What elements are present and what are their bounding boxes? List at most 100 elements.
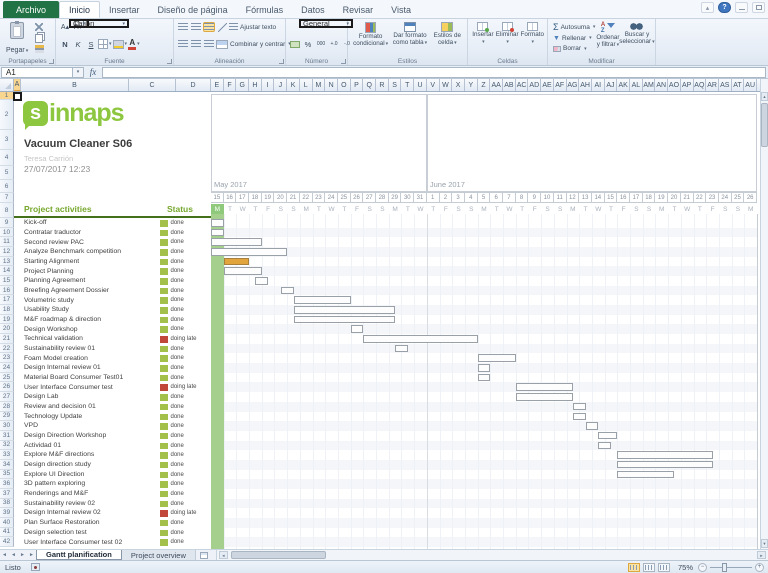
paste-button[interactable]: Pegar▾ xyxy=(3,21,31,55)
underline-button[interactable]: S xyxy=(85,39,97,49)
tab-vista[interactable]: Vista xyxy=(382,1,420,18)
format-as-table-button[interactable]: Dar formato como tabla▾ xyxy=(390,21,429,55)
find-select-button[interactable]: Buscar y seleccionar▾ xyxy=(620,21,653,55)
column-header-T[interactable]: T xyxy=(401,79,414,91)
zoom-level[interactable]: 75% xyxy=(678,563,693,572)
row-header-13[interactable]: 13 xyxy=(0,257,14,267)
file-tab[interactable]: Archivo xyxy=(3,1,59,18)
row-header-18[interactable]: 18 xyxy=(0,305,14,315)
font-size-select[interactable]: 11▾ xyxy=(69,19,89,28)
next-sheet-icon[interactable]: ► xyxy=(18,550,27,560)
column-header-AH[interactable]: AH xyxy=(579,79,592,91)
name-box-dropdown-icon[interactable]: ▾ xyxy=(73,67,84,78)
column-header-R[interactable]: R xyxy=(376,79,389,91)
align-left-button[interactable] xyxy=(177,39,189,49)
column-header-G[interactable]: G xyxy=(236,79,249,91)
borders-button[interactable]: ▾ xyxy=(98,39,112,49)
column-header-AL[interactable]: AL xyxy=(630,79,643,91)
increase-decimal-button[interactable]: +.0 xyxy=(328,39,340,49)
column-header-AU[interactable]: AU xyxy=(744,79,757,91)
task-name-cell[interactable]: Design Workshop xyxy=(24,326,78,335)
row-header-19[interactable]: 19 xyxy=(0,315,14,325)
column-header-AJ[interactable]: AJ xyxy=(605,79,618,91)
fill-button[interactable]: ▼Rellenar▾ xyxy=(553,33,592,44)
column-header-D[interactable]: D xyxy=(176,79,211,91)
column-header-N[interactable]: N xyxy=(325,79,338,91)
task-name-cell[interactable]: Design Direction Workshop xyxy=(24,432,106,441)
row-header-39[interactable]: 39 xyxy=(0,508,14,518)
row-header-37[interactable]: 37 xyxy=(0,489,14,499)
column-header-I[interactable]: I xyxy=(262,79,275,91)
column-header-L[interactable]: L xyxy=(300,79,313,91)
align-middle-button[interactable] xyxy=(190,22,202,32)
normal-view-button[interactable] xyxy=(628,563,640,572)
row-header-16[interactable]: 16 xyxy=(0,286,14,296)
zoom-slider-thumb[interactable] xyxy=(722,563,727,572)
name-box[interactable]: A1 xyxy=(1,67,73,78)
column-header-K[interactable]: K xyxy=(287,79,300,91)
task-name-cell[interactable]: User Interface Consumer test xyxy=(24,384,113,393)
row-header-40[interactable]: 40 xyxy=(0,518,14,528)
fx-icon[interactable]: fx xyxy=(84,67,102,77)
help-icon[interactable]: ? xyxy=(718,2,731,13)
percent-style-button[interactable]: % xyxy=(302,39,314,49)
dialog-launcher-icon[interactable] xyxy=(279,59,284,64)
task-name-cell[interactable]: Analyze Benchmark competition xyxy=(24,248,121,257)
font-color-button[interactable]: A▾ xyxy=(128,39,140,49)
italic-button[interactable]: K xyxy=(72,39,84,49)
task-name-cell[interactable]: Technology Update xyxy=(24,413,82,422)
task-name-cell[interactable]: Breefing Agreement Dossier xyxy=(24,287,109,296)
row-header-11[interactable]: 11 xyxy=(0,237,14,247)
row-header-34[interactable]: 34 xyxy=(0,460,14,470)
vertical-scroll-thumb[interactable] xyxy=(761,103,768,147)
dialog-launcher-icon[interactable] xyxy=(341,59,346,64)
column-header-AM[interactable]: AM xyxy=(643,79,656,91)
align-top-button[interactable] xyxy=(177,22,189,32)
cut-button[interactable] xyxy=(33,22,45,32)
row-header-31[interactable]: 31 xyxy=(0,431,14,441)
row-header-7[interactable]: 7 xyxy=(0,193,14,203)
column-header-AC[interactable]: AC xyxy=(516,79,529,91)
page-layout-view-button[interactable] xyxy=(643,563,655,572)
horizontal-scrollbar[interactable]: ◄ ► xyxy=(216,550,768,560)
column-header-P[interactable]: P xyxy=(351,79,364,91)
task-name-cell[interactable]: Design Lab xyxy=(24,393,58,402)
row-header-35[interactable]: 35 xyxy=(0,470,14,480)
row-header-5[interactable]: 5 xyxy=(0,166,14,180)
task-name-cell[interactable]: Volumetric study xyxy=(24,297,74,306)
orientation-button[interactable] xyxy=(216,22,228,32)
bold-button[interactable]: N xyxy=(59,39,71,49)
task-name-cell[interactable]: Material Board Consumer Test01 xyxy=(24,374,123,383)
task-name-cell[interactable]: Design Internal review 01 xyxy=(24,364,101,373)
column-header-AA[interactable]: AA xyxy=(490,79,503,91)
row-header-33[interactable]: 33 xyxy=(0,450,14,460)
column-header-AO[interactable]: AO xyxy=(668,79,681,91)
column-header-Y[interactable]: Y xyxy=(465,79,478,91)
task-name-cell[interactable]: Explore M&F directions xyxy=(24,451,94,460)
zoom-in-icon[interactable]: + xyxy=(755,563,764,572)
row-header-42[interactable]: 42 xyxy=(0,537,14,547)
tab-insertar[interactable]: Insertar xyxy=(100,1,149,18)
row-header-1[interactable]: 1 xyxy=(0,92,14,100)
column-header-J[interactable]: J xyxy=(274,79,287,91)
comma-style-button[interactable]: 000 xyxy=(315,39,327,49)
scroll-up-icon[interactable]: ▲ xyxy=(761,92,768,101)
insert-cells-button[interactable]: Insertar▾ xyxy=(471,21,495,55)
column-header-F[interactable]: F xyxy=(224,79,237,91)
task-name-cell[interactable]: Contratar traductor xyxy=(24,229,81,238)
column-header-Q[interactable]: Q xyxy=(363,79,376,91)
task-name-cell[interactable]: 3D pattern exploring xyxy=(24,480,85,489)
accounting-format-button[interactable] xyxy=(289,39,301,49)
row-header-8[interactable]: 8 xyxy=(0,203,14,218)
tab-f-rmulas[interactable]: Fórmulas xyxy=(237,1,293,18)
fill-color-button[interactable]: ▾ xyxy=(113,39,128,49)
row-header-6[interactable]: 6 xyxy=(0,180,14,193)
column-header-AK[interactable]: AK xyxy=(617,79,630,91)
row-header-30[interactable]: 30 xyxy=(0,421,14,431)
column-header-AE[interactable]: AE xyxy=(541,79,554,91)
task-name-cell[interactable]: Foam Model creation xyxy=(24,355,88,364)
conditional-formatting-button[interactable]: Formato condicional▾ xyxy=(351,21,390,55)
column-header-AB[interactable]: AB xyxy=(503,79,516,91)
column-header-AR[interactable]: AR xyxy=(706,79,719,91)
sheet-tab-project-overview[interactable]: Project overview xyxy=(122,550,196,560)
